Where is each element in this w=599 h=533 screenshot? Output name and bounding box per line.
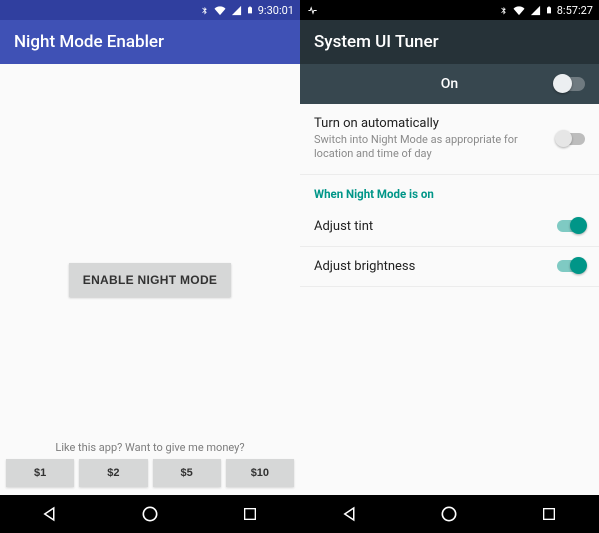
donate-5-button[interactable]: $5 [153,459,221,487]
navigation-bar [300,495,599,533]
app-bar: Night Mode Enabler [0,20,300,64]
app-title: Night Mode Enabler [14,32,164,52]
section-header: When Night Mode is on [300,175,599,207]
setting-tint-toggle[interactable] [557,220,585,232]
app-title: System UI Tuner [314,32,439,52]
setting-tint-row[interactable]: Adjust tint [300,207,599,247]
settings-list: Turn on automatically Switch into Night … [300,104,599,495]
status-time: 8:57:27 [557,4,593,17]
master-switch-row[interactable]: On [300,64,599,104]
donate-2-button[interactable]: $2 [79,459,147,487]
donate-prompt: Like this app? Want to give me money? [6,441,294,454]
cell-signal-icon [530,5,541,16]
heart-rate-icon [306,5,320,16]
navigation-bar [0,495,300,533]
screen-system-ui-tuner: 8:57:27 System UI Tuner On Turn on autom… [300,0,599,533]
setting-auto-subtitle: Switch into Night Mode as appropriate fo… [314,133,545,162]
nav-back-button[interactable] [39,503,61,525]
setting-tint-title: Adjust tint [314,219,545,234]
master-switch-toggle[interactable] [555,77,585,91]
donate-1-button[interactable]: $1 [6,459,74,487]
bluetooth-icon [499,4,508,16]
battery-icon [246,4,254,16]
nav-recent-button[interactable] [239,503,261,525]
nav-back-button[interactable] [339,503,361,525]
main-content: ENABLE NIGHT MODE Like this app? Want to… [0,64,300,495]
donate-section: Like this app? Want to give me money? $1… [0,435,300,495]
setting-auto-title: Turn on automatically [314,116,545,131]
setting-auto-row[interactable]: Turn on automatically Switch into Night … [300,104,599,175]
setting-brightness-toggle[interactable] [557,260,585,272]
setting-auto-toggle[interactable] [557,133,585,145]
enable-night-mode-button[interactable]: ENABLE NIGHT MODE [69,263,231,297]
setting-brightness-title: Adjust brightness [314,259,545,274]
donate-buttons-row: $1 $2 $5 $10 [6,459,294,487]
app-bar: System UI Tuner [300,20,599,64]
battery-icon [545,4,553,16]
nav-recent-button[interactable] [538,503,560,525]
nav-home-button[interactable] [438,503,460,525]
nav-home-button[interactable] [139,503,161,525]
status-bar: 8:57:27 [300,0,599,20]
setting-brightness-row[interactable]: Adjust brightness [300,247,599,287]
bluetooth-icon [200,4,209,16]
status-bar: 9:30:01 [0,0,300,20]
master-switch-label: On [314,76,555,92]
donate-10-button[interactable]: $10 [226,459,294,487]
screen-night-mode-enabler: 9:30:01 Night Mode Enabler ENABLE NIGHT … [0,0,300,533]
wifi-icon [512,5,526,16]
cell-signal-icon [231,5,242,16]
wifi-icon [213,5,227,16]
status-time: 9:30:01 [258,4,294,17]
